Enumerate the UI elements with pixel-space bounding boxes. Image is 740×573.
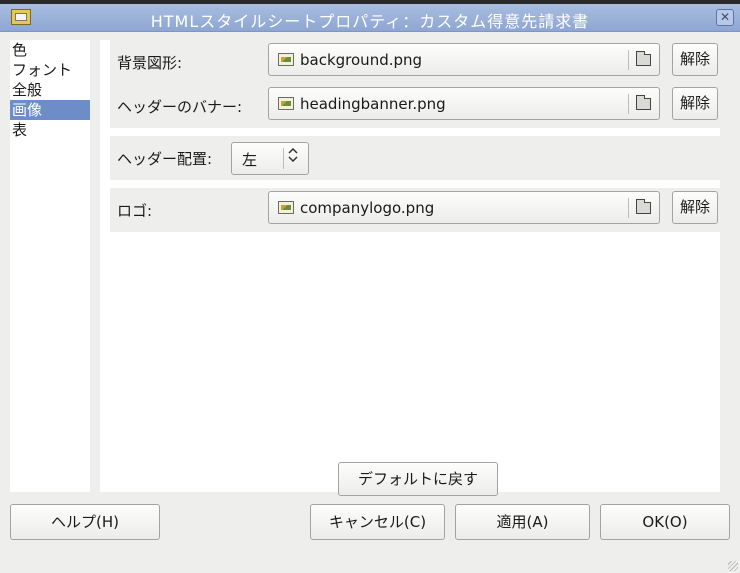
apply-button[interactable]: 適用(A) xyxy=(455,504,590,540)
alignment-combo[interactable]: 左 xyxy=(231,142,309,175)
image-file-icon xyxy=(278,97,294,110)
alignment-label: ヘッダー配置: xyxy=(117,150,213,168)
sidebar: 色 フォント 全般 画像 表 xyxy=(10,40,90,492)
logo-row: ロゴ: companylogo.png 解除 xyxy=(110,188,720,232)
folder-icon xyxy=(636,51,651,66)
banner-clear-button[interactable]: 解除 xyxy=(672,87,718,120)
image-file-icon xyxy=(278,53,294,66)
background-file-name: background.png xyxy=(300,51,423,69)
background-file-chooser[interactable]: background.png xyxy=(268,43,660,76)
background-label: 背景図形: xyxy=(117,54,183,72)
images-panel: 背景図形: background.png 解除 ヘッダーのバナー: headin… xyxy=(100,40,720,496)
resize-grip-icon[interactable] xyxy=(728,561,738,571)
banner-file-name: headingbanner.png xyxy=(300,95,446,113)
chooser-separator xyxy=(628,94,629,114)
sidebar-item-images[interactable]: 画像 xyxy=(10,100,90,120)
logo-clear-button[interactable]: 解除 xyxy=(672,191,718,224)
chooser-separator xyxy=(628,50,629,70)
sidebar-item-color[interactable]: 色 xyxy=(10,40,90,60)
folder-icon xyxy=(636,199,651,214)
window-title: HTMLスタイルシートプロパティ：カスタム得意先請求書 xyxy=(150,12,590,31)
cancel-button[interactable]: キャンセル(C) xyxy=(310,504,445,540)
sidebar-item-general[interactable]: 全般 xyxy=(10,80,90,100)
title-bar[interactable]: HTMLスタイルシートプロパティ：カスタム得意先請求書 ✕ xyxy=(0,4,740,32)
folder-icon xyxy=(636,95,651,110)
chooser-separator xyxy=(628,198,629,218)
background-clear-button[interactable]: 解除 xyxy=(672,43,718,76)
sidebar-item-tables[interactable]: 表 xyxy=(10,120,90,140)
close-button[interactable]: ✕ xyxy=(716,9,734,26)
updown-arrow-icon xyxy=(288,147,298,166)
sidebar-item-font[interactable]: フォント xyxy=(10,60,90,80)
alignment-row: ヘッダー配置: 左 xyxy=(110,136,720,180)
background-row: 背景図形: background.png 解除 xyxy=(110,40,720,84)
banner-row: ヘッダーのバナー: headingbanner.png 解除 xyxy=(110,84,720,128)
close-icon: ✕ xyxy=(719,10,731,24)
restore-defaults-button[interactable]: デフォルトに戻す xyxy=(338,462,498,496)
logo-file-chooser[interactable]: companylogo.png xyxy=(268,191,660,224)
logo-file-name: companylogo.png xyxy=(300,199,435,217)
ok-button[interactable]: OK(O) xyxy=(600,504,730,540)
combo-separator xyxy=(283,148,284,169)
alignment-value: 左 xyxy=(242,151,258,169)
logo-label: ロゴ: xyxy=(117,202,153,220)
help-button[interactable]: ヘルプ(H) xyxy=(10,504,160,540)
banner-file-chooser[interactable]: headingbanner.png xyxy=(268,87,660,120)
image-file-icon xyxy=(278,201,294,214)
banner-label: ヘッダーのバナー: xyxy=(117,98,243,116)
dialog-body: 色 フォント 全般 画像 表 背景図形: background.png 解除 ヘ… xyxy=(0,32,740,573)
